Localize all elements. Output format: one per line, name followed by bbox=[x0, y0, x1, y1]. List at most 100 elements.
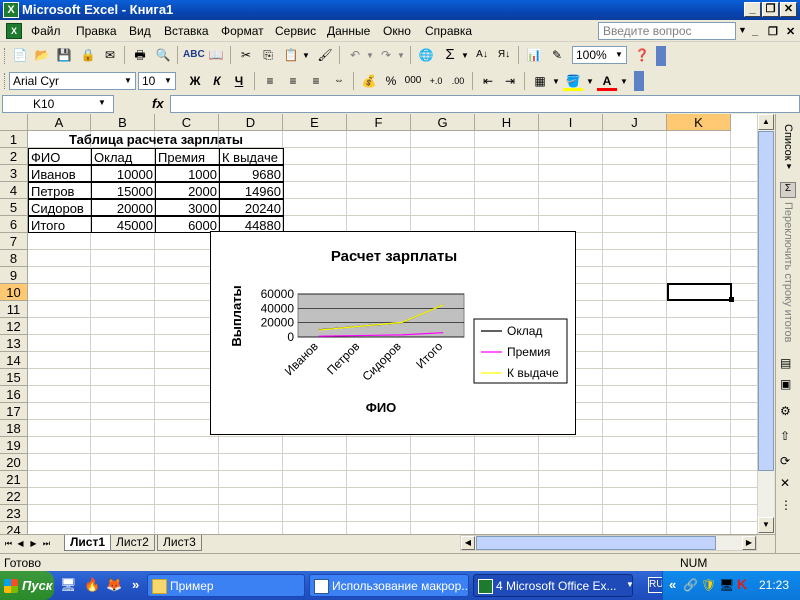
monitor-icon[interactable]: 🖥 bbox=[719, 578, 734, 592]
sheet-tab-1[interactable]: Лист1 bbox=[64, 535, 112, 551]
value-cell[interactable]: 2000 bbox=[155, 182, 220, 199]
chevron-down-icon[interactable]: ▼ bbox=[785, 162, 793, 171]
formula-input[interactable] bbox=[170, 95, 800, 113]
column-header-B[interactable]: B bbox=[91, 114, 155, 131]
percent-button[interactable]: % bbox=[381, 71, 401, 91]
task-excel[interactable]: 4 Microsoft Office Ex... bbox=[473, 574, 633, 597]
selected-cell[interactable] bbox=[667, 283, 732, 301]
name-box-dropdown-icon[interactable]: ▼ bbox=[98, 98, 106, 107]
sort-descending-icon[interactable]: Я↓ bbox=[494, 45, 514, 65]
chevron-down-icon[interactable]: ▼ bbox=[162, 74, 174, 88]
menu-tools[interactable]: Сервис bbox=[275, 24, 316, 38]
row-header-9[interactable]: 9 bbox=[0, 267, 28, 284]
name-cell[interactable]: Петров bbox=[28, 182, 92, 199]
menu-view[interactable]: Вид bbox=[129, 24, 151, 38]
antivirus-icon[interactable]: K bbox=[737, 576, 747, 592]
row-header-6[interactable]: 6 bbox=[0, 216, 28, 233]
row-header-23[interactable]: 23 bbox=[0, 505, 28, 522]
copy-icon[interactable]: ⎘ bbox=[258, 45, 278, 65]
toolbar-options-icon[interactable] bbox=[656, 46, 666, 66]
menu-insert[interactable]: Вставка bbox=[164, 24, 209, 38]
task-word[interactable]: Использование макрор... bbox=[309, 574, 469, 597]
save-icon[interactable]: 💾 bbox=[54, 45, 74, 65]
scroll-left-button[interactable]: ◀ bbox=[461, 536, 475, 550]
undo-dropdown-icon[interactable]: ▼ bbox=[366, 51, 374, 60]
permission-icon[interactable]: 🔒 bbox=[78, 45, 98, 65]
column-header-F[interactable]: F bbox=[347, 114, 411, 131]
vertical-scrollbar[interactable]: ▲ ▼ bbox=[757, 114, 774, 534]
resize-icon[interactable]: ▣ bbox=[780, 377, 796, 393]
task-folder[interactable]: Пример bbox=[147, 574, 305, 597]
scroll-right-button[interactable]: ▶ bbox=[742, 536, 756, 550]
task-group-dropdown-icon[interactable]: ▼ bbox=[626, 580, 634, 589]
research-icon[interactable]: 📖 bbox=[206, 45, 226, 65]
toggle-totals-button[interactable]: Переключить строку итогов bbox=[782, 202, 794, 343]
row-header-16[interactable]: 16 bbox=[0, 386, 28, 403]
value-cell[interactable]: 20000 bbox=[91, 199, 156, 216]
decrease-indent-icon[interactable]: ⇤ bbox=[478, 71, 498, 91]
toolbar-grip[interactable] bbox=[4, 48, 7, 64]
sheet-tab-3[interactable]: Лист3 bbox=[157, 535, 202, 551]
clock[interactable]: 21:23 bbox=[759, 578, 789, 592]
font-size-select[interactable]: 10 ▼ bbox=[138, 72, 176, 90]
spelling-icon[interactable]: ABC bbox=[183, 45, 205, 65]
align-right-icon[interactable]: ≡ bbox=[306, 71, 326, 91]
prev-sheet-icon[interactable]: ◀ bbox=[15, 537, 26, 550]
increase-indent-icon[interactable]: ⇥ bbox=[500, 71, 520, 91]
row-header-21[interactable]: 21 bbox=[0, 471, 28, 488]
scroll-up-button[interactable]: ▲ bbox=[758, 114, 774, 130]
print-icon[interactable]: 🖶 bbox=[130, 45, 150, 65]
tray-expand-icon[interactable]: « bbox=[669, 577, 676, 592]
table-title[interactable]: Таблица расчета зарплаты bbox=[28, 131, 284, 148]
menu-format[interactable]: Формат bbox=[221, 24, 264, 38]
close-button[interactable]: ✕ bbox=[780, 2, 797, 17]
header-payout[interactable]: К выдаче bbox=[219, 148, 284, 165]
menu-window[interactable]: Окно bbox=[383, 24, 411, 38]
chevron-down-icon[interactable]: ▼ bbox=[122, 74, 134, 88]
h-scroll-thumb[interactable] bbox=[476, 536, 716, 550]
sync-icon[interactable]: ⟳ bbox=[780, 454, 796, 470]
firefox-icon[interactable]: 🦊 bbox=[106, 577, 122, 593]
publish-icon[interactable]: ⇧ bbox=[780, 429, 796, 445]
currency-icon[interactable]: 💰 bbox=[359, 71, 379, 91]
row-header-3[interactable]: 3 bbox=[0, 165, 28, 182]
redo-dropdown-icon[interactable]: ▼ bbox=[397, 51, 405, 60]
cut-icon[interactable]: ✂ bbox=[236, 45, 256, 65]
name-cell[interactable]: Сидоров bbox=[28, 199, 92, 216]
column-header-I[interactable]: I bbox=[539, 114, 603, 131]
open-icon[interactable]: 📂 bbox=[32, 45, 52, 65]
value-cell[interactable]: 9680 bbox=[219, 165, 284, 182]
value-cell[interactable]: 1000 bbox=[155, 165, 220, 182]
bold-button[interactable]: Ж bbox=[185, 71, 205, 91]
ask-dropdown-icon[interactable]: ▼ bbox=[738, 25, 747, 35]
menu-edit[interactable]: Правка bbox=[76, 24, 117, 38]
sheet-tab-2[interactable]: Лист2 bbox=[110, 535, 155, 551]
value-cell[interactable]: 10000 bbox=[91, 165, 156, 182]
properties-icon[interactable]: ⚙ bbox=[780, 404, 796, 420]
sort-ascending-icon[interactable]: A↓ bbox=[472, 45, 492, 65]
value-cell[interactable]: 15000 bbox=[91, 182, 156, 199]
menu-data[interactable]: Данные bbox=[327, 24, 370, 38]
ask-question-input[interactable]: Введите вопрос bbox=[598, 22, 736, 40]
row-header-24[interactable]: 24 bbox=[0, 522, 28, 534]
value-cell[interactable]: 20240 bbox=[219, 199, 284, 216]
first-sheet-icon[interactable]: ⏮ bbox=[3, 537, 14, 550]
print-preview-icon[interactable]: 🔍 bbox=[153, 45, 173, 65]
row-header-5[interactable]: 5 bbox=[0, 199, 28, 216]
undo-icon[interactable]: ↶ bbox=[345, 45, 365, 65]
network-icon[interactable]: 🔗 bbox=[683, 578, 698, 592]
row-header-7[interactable]: 7 bbox=[0, 233, 28, 250]
name-cell[interactable]: Итого bbox=[28, 216, 92, 233]
align-left-icon[interactable]: ≡ bbox=[260, 71, 280, 91]
paste-dropdown-icon[interactable]: ▼ bbox=[302, 51, 310, 60]
name-cell[interactable]: Иванов bbox=[28, 165, 92, 182]
insert-function-icon[interactable]: fx bbox=[152, 96, 164, 111]
doc-minimize-button[interactable]: _ bbox=[752, 25, 758, 37]
underline-button[interactable]: Ч bbox=[229, 71, 249, 91]
value-cell[interactable]: 3000 bbox=[155, 199, 220, 216]
decrease-decimal-icon[interactable]: .00 bbox=[448, 71, 468, 91]
autosum-icon[interactable]: Σ bbox=[440, 45, 460, 65]
italic-button[interactable]: К bbox=[207, 71, 227, 91]
doc-restore-button[interactable]: ❐ bbox=[768, 25, 778, 38]
fill-color-icon[interactable]: 🪣 bbox=[563, 71, 583, 91]
